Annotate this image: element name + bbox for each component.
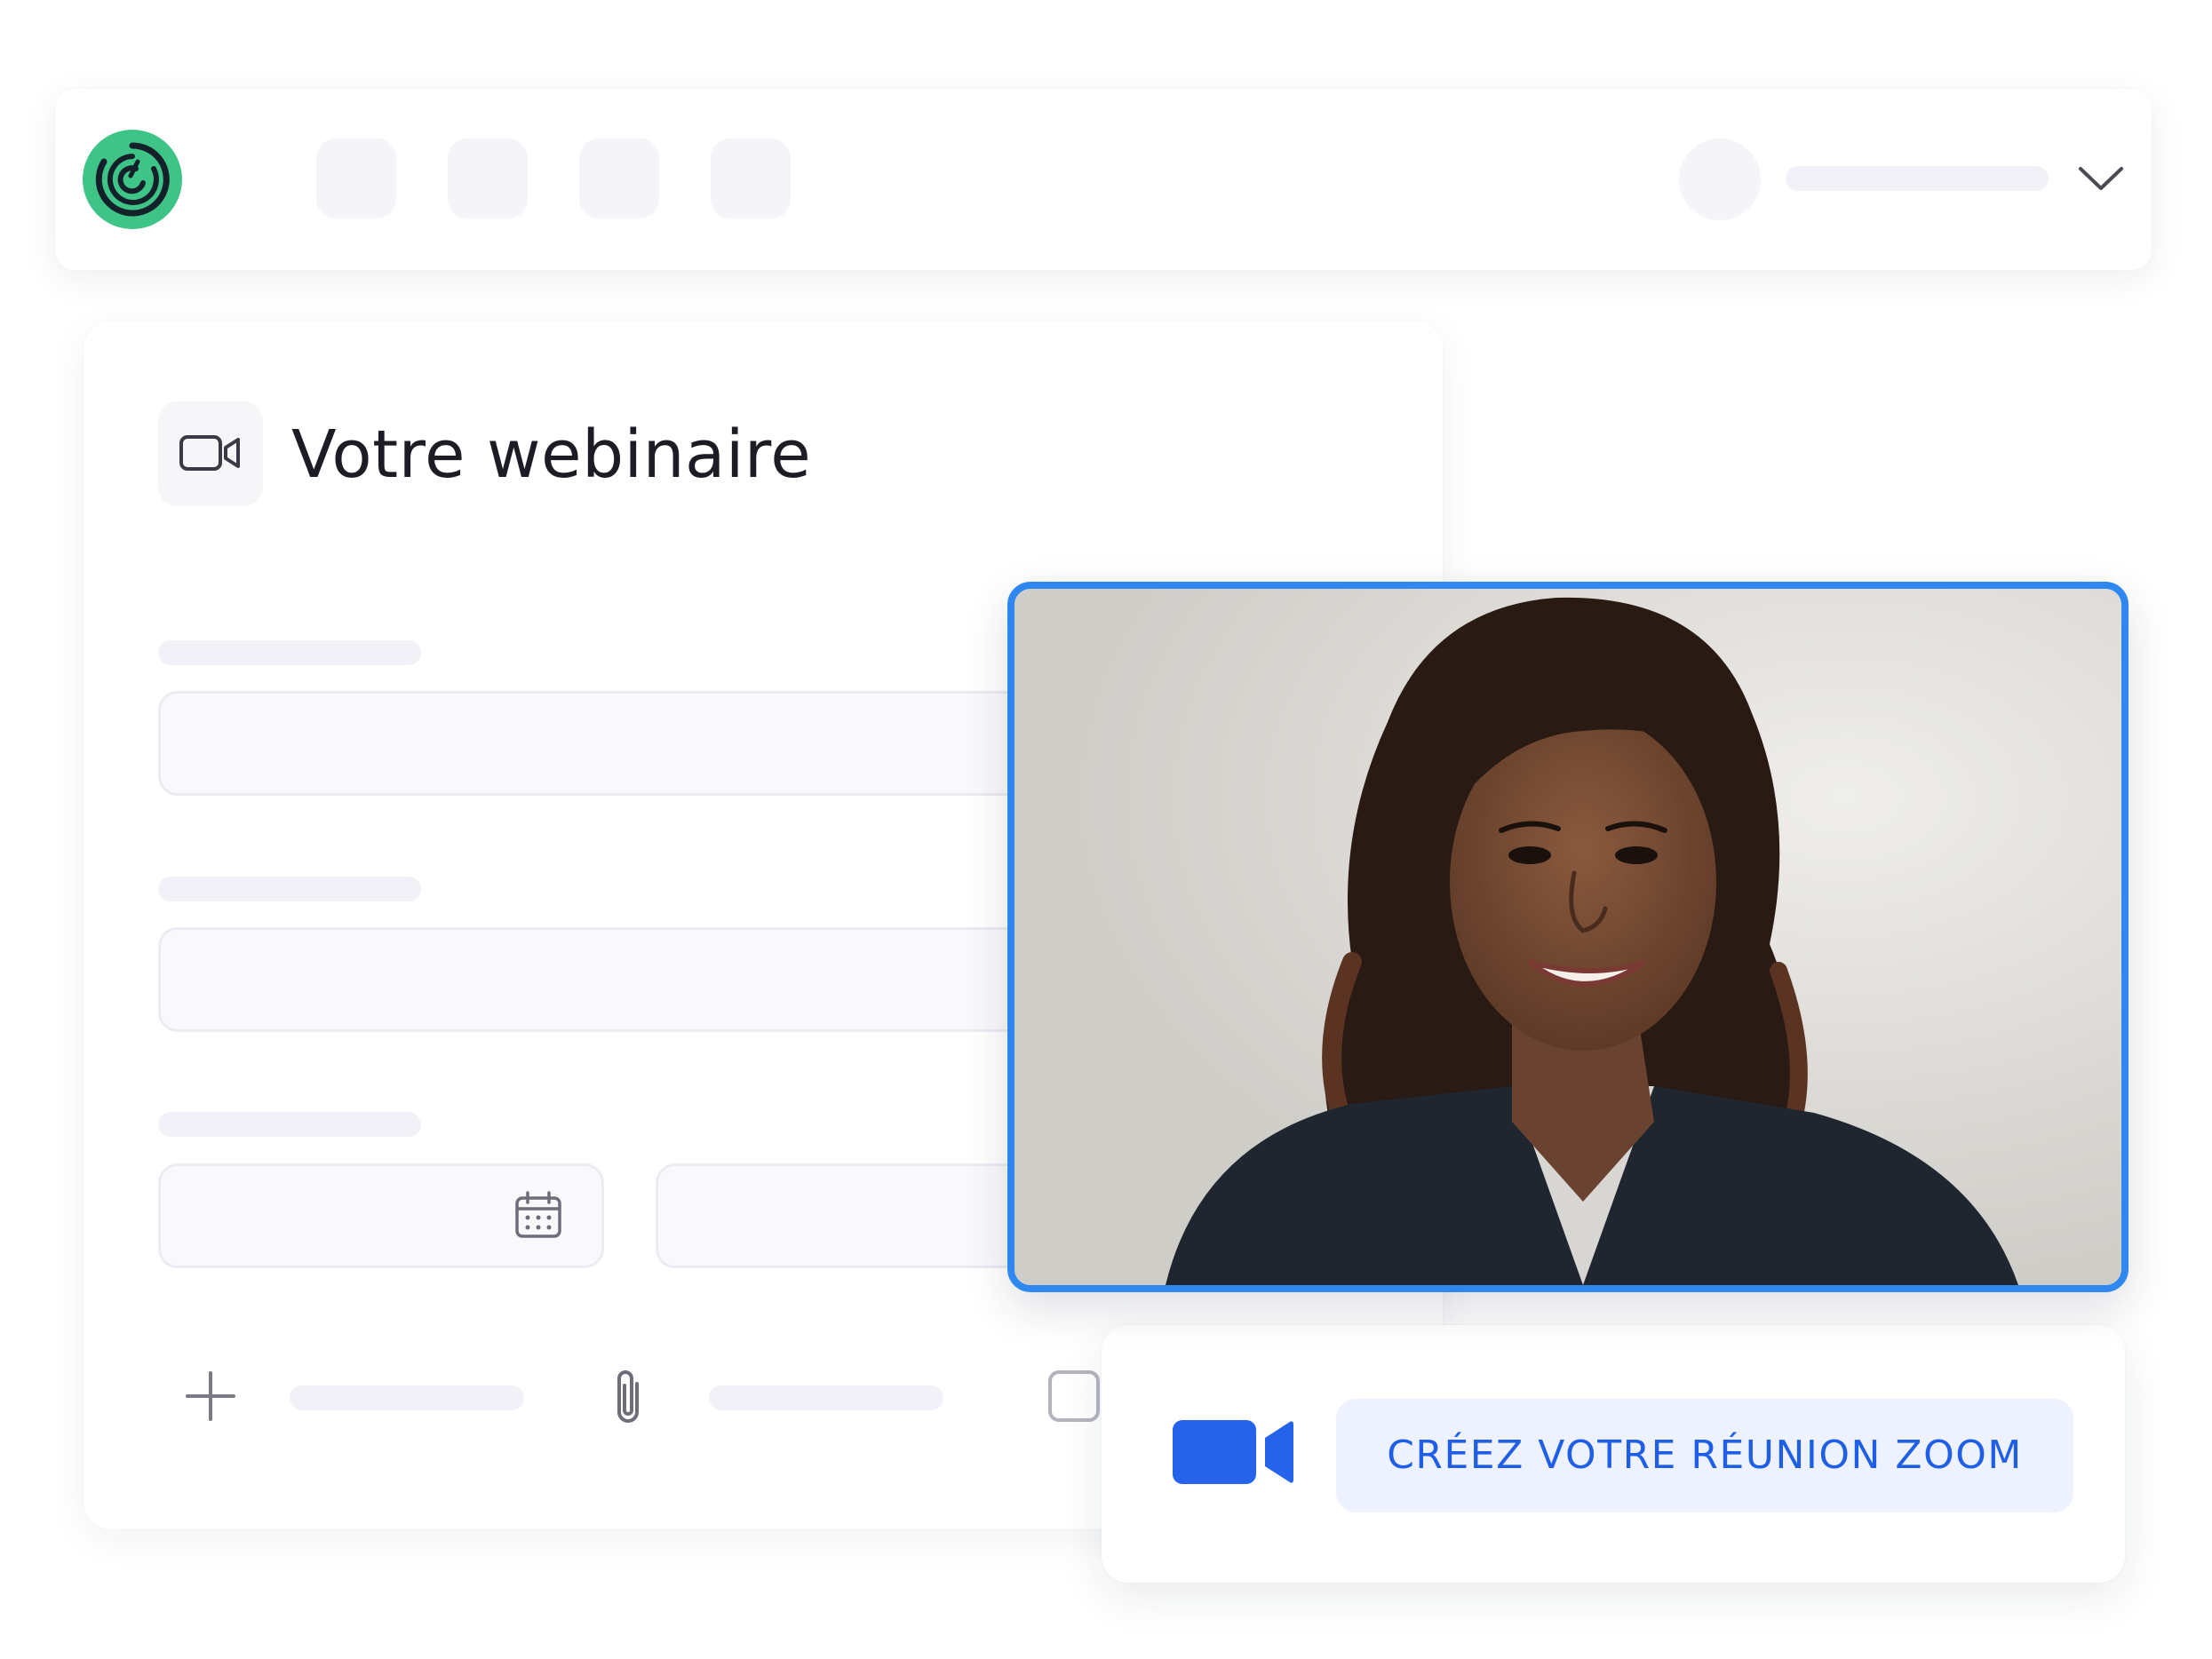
plus-icon[interactable] [185,1370,236,1425]
webcam-video-frame [1007,582,2128,1292]
create-zoom-meeting-button[interactable]: CRÉEZ VOTRE RÉUNION ZOOM [1336,1399,2073,1512]
title-input[interactable] [158,691,1118,796]
field-label-description [158,877,421,901]
add-label-placeholder [290,1385,524,1410]
app-logo-icon[interactable] [83,130,182,229]
field-label-title [158,640,421,665]
zoom-video-camera-icon [1171,1417,1295,1491]
description-input[interactable] [158,927,1118,1032]
nav-item-2[interactable] [448,139,528,218]
page-title: Votre webinaire [291,417,812,493]
webcam-participant-photo [1014,589,2121,1285]
nav-item-1[interactable] [316,139,396,218]
user-avatar[interactable] [1679,139,1761,220]
paperclip-icon[interactable] [608,1366,648,1432]
nav-item-4[interactable] [711,139,791,218]
field-label-date [158,1112,421,1137]
calendar-icon[interactable] [513,1190,563,1243]
attach-label-placeholder [709,1385,943,1410]
video-camera-icon [158,401,263,506]
chevron-down-icon[interactable] [2077,160,2125,195]
nav-item-3[interactable] [579,139,659,218]
checkbox-icon[interactable] [1048,1370,1100,1422]
user-name-placeholder[interactable] [1786,166,2049,191]
